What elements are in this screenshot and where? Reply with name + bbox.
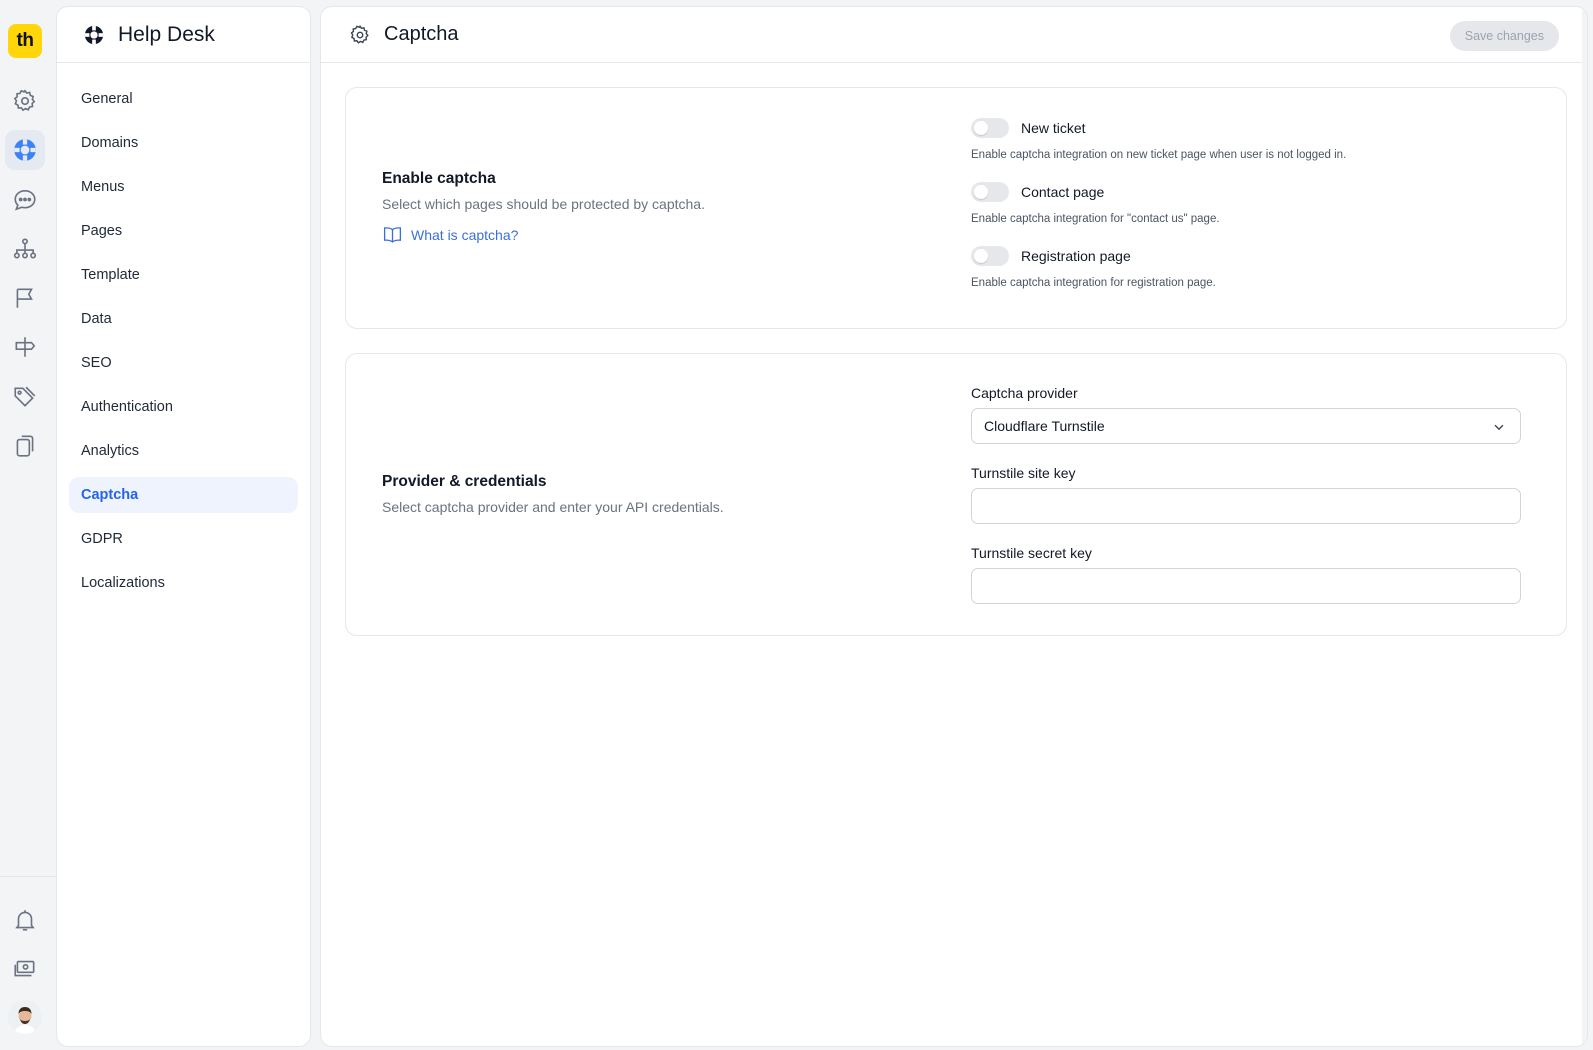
secret-key-input[interactable] xyxy=(971,568,1521,604)
nav-item-seo[interactable]: SEO xyxy=(69,345,298,381)
flag-icon xyxy=(16,288,33,308)
rail-copy-button[interactable] xyxy=(5,426,45,466)
nav-item-analytics[interactable]: Analytics xyxy=(69,433,298,469)
avatar-image xyxy=(8,1000,42,1034)
toggle-label: Contact page xyxy=(1021,184,1105,200)
rail-flag-button[interactable] xyxy=(5,278,45,318)
signpost-icon xyxy=(15,337,36,357)
provider-intro: Provider & credentials Select captcha pr… xyxy=(382,473,724,515)
provider-form: Captcha provider Cloudflare Turnstile Tu… xyxy=(971,385,1521,604)
app-rail: th xyxy=(0,0,56,1050)
rail-tags-button[interactable] xyxy=(5,377,45,417)
nav-list: General Domains Menus Pages Template Dat… xyxy=(57,63,310,601)
tags-icon xyxy=(14,386,36,407)
site-key-label: Turnstile site key xyxy=(971,465,1076,481)
page-title: Captcha xyxy=(384,23,459,45)
new-ticket-toggle[interactable] xyxy=(971,118,1009,138)
lifebuoy-icon xyxy=(84,25,104,44)
toggle-label: Registration page xyxy=(1021,248,1131,264)
section-title: Enable captcha xyxy=(382,170,496,187)
provider-credentials-card: Provider & credentials Select captcha pr… xyxy=(345,353,1567,636)
nav-title: Help Desk xyxy=(118,22,215,46)
site-key-input[interactable] xyxy=(971,488,1521,524)
gear-icon xyxy=(13,89,36,112)
nav-item-gdpr[interactable]: GDPR xyxy=(69,521,298,557)
chevron-down-icon xyxy=(1494,424,1504,431)
nav-item-data[interactable]: Data xyxy=(69,301,298,337)
what-is-captcha-link[interactable]: What is captcha? xyxy=(382,224,705,245)
enable-captcha-card: Enable captcha Select which pages should… xyxy=(345,87,1567,329)
rail-org-button[interactable] xyxy=(5,229,45,269)
main-panel: Captcha Save changes Enable captcha Sele… xyxy=(320,6,1588,1047)
nav-header: Help Desk xyxy=(57,7,310,63)
nav-item-template[interactable]: Template xyxy=(69,257,298,293)
chat-bubble-icon xyxy=(14,189,36,211)
nav-item-captcha[interactable]: Captcha xyxy=(69,477,298,513)
rail-signpost-button[interactable] xyxy=(5,327,45,367)
rail-settings-button[interactable] xyxy=(5,81,45,121)
scrollbar[interactable] xyxy=(1582,7,1587,1046)
toggle-row-contact-page: Contact page xyxy=(971,181,1521,203)
gear-icon xyxy=(350,24,369,44)
section-description: Select captcha provider and enter your A… xyxy=(382,499,724,515)
toggle-hint: Enable captcha integration for registrat… xyxy=(971,277,1216,289)
section-description: Select which pages should be protected b… xyxy=(382,196,705,212)
enable-captcha-intro: Enable captcha Select which pages should… xyxy=(382,170,705,245)
registration-page-toggle[interactable] xyxy=(971,246,1009,266)
bell-icon xyxy=(15,910,35,931)
nav-item-localizations[interactable]: Localizations xyxy=(69,565,298,601)
captcha-provider-label: Captcha provider xyxy=(971,385,1078,401)
help-link-label[interactable]: What is captcha? xyxy=(411,227,518,243)
rail-help-desk-button[interactable] xyxy=(5,130,45,170)
lifebuoy-icon xyxy=(14,139,36,161)
help-desk-nav-panel: Help Desk General Domains Menus Pages Te… xyxy=(56,6,311,1047)
contact-page-toggle[interactable] xyxy=(971,182,1009,202)
section-title: Provider & credentials xyxy=(382,473,547,490)
rail-notifications-button[interactable] xyxy=(5,900,45,940)
toggle-hint: Enable captcha integration for "contact … xyxy=(971,213,1220,225)
save-changes-button[interactable]: Save changes xyxy=(1449,21,1559,51)
toggle-label: New ticket xyxy=(1021,120,1086,136)
nav-item-menus[interactable]: Menus xyxy=(69,169,298,205)
toggle-row-new-ticket: New ticket xyxy=(971,117,1521,139)
nav-item-general[interactable]: General xyxy=(69,81,298,117)
nav-item-pages[interactable]: Pages xyxy=(69,213,298,249)
captcha-toggles: New ticket Enable captcha integration on… xyxy=(971,117,1521,309)
toggle-hint: Enable captcha integration on new ticket… xyxy=(971,149,1347,161)
user-avatar[interactable] xyxy=(8,1000,42,1034)
money-icon xyxy=(14,960,35,977)
nav-item-authentication[interactable]: Authentication xyxy=(69,389,298,425)
secret-key-label: Turnstile secret key xyxy=(971,545,1092,561)
captcha-provider-value: Cloudflare Turnstile xyxy=(984,418,1105,434)
copy-icon xyxy=(16,435,34,457)
book-icon xyxy=(383,227,402,243)
toggle-row-registration-page: Registration page xyxy=(971,245,1521,267)
rail-divider xyxy=(0,876,56,877)
rail-billing-button[interactable] xyxy=(5,948,45,988)
nav-item-domains[interactable]: Domains xyxy=(69,125,298,161)
page-header: Captcha Save changes xyxy=(321,7,1587,63)
rail-chat-button[interactable] xyxy=(5,180,45,220)
captcha-provider-select[interactable]: Cloudflare Turnstile xyxy=(971,408,1521,444)
hierarchy-icon xyxy=(13,238,37,259)
app-logo[interactable]: th xyxy=(8,24,42,58)
